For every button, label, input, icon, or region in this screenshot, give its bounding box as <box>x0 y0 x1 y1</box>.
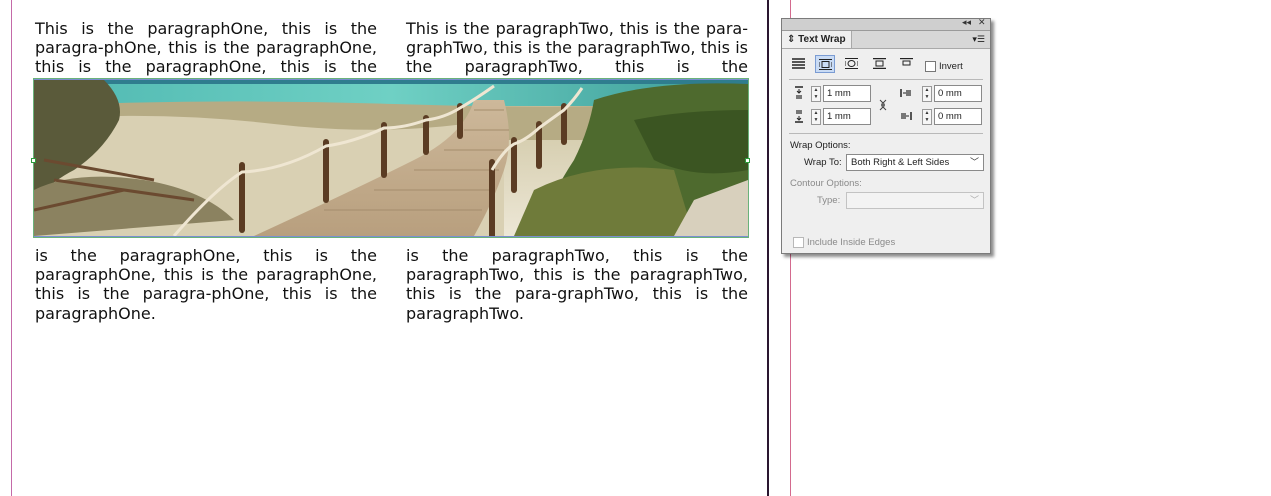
wrap-to-label: Wrap To: <box>804 157 842 168</box>
wrap-options-label: Wrap Options: <box>790 140 851 151</box>
beach-boardwalk-image[interactable] <box>33 79 749 237</box>
jump-object-icon <box>873 58 886 69</box>
beach-boardwalk-graphic <box>34 80 748 236</box>
wrap-object-shape-button[interactable] <box>842 55 862 73</box>
include-inside-edges-checkbox[interactable] <box>793 237 804 248</box>
panel-title-bar[interactable]: ◂◂ ✕ <box>782 17 990 31</box>
text-wrap-panel: ◂◂ ✕ ⇕ Text Wrap ▾☰ Invert ▲ ▼ 1 mm ▲ ▼ 1 … <box>781 17 991 254</box>
page-edge <box>767 0 769 496</box>
no-text-wrap-button[interactable] <box>789 55 809 73</box>
jump-next-column-icon <box>900 58 913 66</box>
right-offset-field[interactable]: 0 mm <box>934 108 982 125</box>
left-offset-stepper[interactable]: ▲ ▼ <box>922 86 932 102</box>
include-inside-edges-label: Include Inside Edges <box>807 237 896 248</box>
frame-handle-mid-right[interactable] <box>745 158 750 163</box>
wrap-object-shape-icon <box>845 58 858 69</box>
left-offset-icon <box>900 89 911 97</box>
contour-type-dropdown[interactable]: ﹀ <box>846 192 984 209</box>
top-offset-stepper[interactable]: ▲ ▼ <box>811 86 821 102</box>
separator <box>789 133 983 134</box>
separator <box>789 79 983 80</box>
wrap-bounding-box-button[interactable] <box>815 55 835 73</box>
jump-to-next-column-button[interactable] <box>897 55 917 73</box>
right-offset-stepper[interactable]: ▲ ▼ <box>922 109 932 125</box>
frame-handle-mid-left[interactable] <box>31 158 36 163</box>
paragraph-one-bottom[interactable]: is the paragraphOne, this is the paragra… <box>35 246 377 323</box>
tab-text-wrap[interactable]: ⇕ Text Wrap <box>782 31 852 48</box>
close-icon[interactable]: ✕ <box>978 17 986 28</box>
type-label: Type: <box>817 195 841 206</box>
make-all-settings-same-icon[interactable] <box>877 98 889 112</box>
contour-options-label: Contour Options: <box>790 178 862 189</box>
top-offset-field[interactable]: 1 mm <box>823 85 871 102</box>
chevron-down-icon: ﹀ <box>969 195 979 205</box>
wrap-to-value: Both Right & Left Sides <box>851 157 950 168</box>
bottom-offset-field[interactable]: 1 mm <box>823 108 871 125</box>
panel-menu-icon[interactable]: ▾☰ <box>972 34 985 45</box>
chevron-down-icon: ﹀ <box>969 157 979 167</box>
invert-checkbox[interactable] <box>925 61 936 72</box>
wrap-to-dropdown[interactable]: Both Right & Left Sides ﹀ <box>846 154 984 171</box>
bottom-offset-stepper[interactable]: ▲ ▼ <box>811 109 821 125</box>
left-margin-guide <box>11 0 12 496</box>
right-offset-icon <box>901 112 912 120</box>
jump-object-button[interactable] <box>870 55 890 73</box>
left-offset-field[interactable]: 0 mm <box>934 85 982 102</box>
paragraph-two-bottom[interactable]: is the paragraphTwo, this is the paragra… <box>406 246 748 323</box>
panel-tab-row: ⇕ Text Wrap ▾☰ <box>782 31 990 49</box>
top-offset-icon <box>795 86 803 99</box>
bottom-offset-icon <box>795 110 803 123</box>
invert-label: Invert <box>939 61 963 72</box>
no-wrap-icon <box>792 58 805 69</box>
collapse-icon[interactable]: ◂◂ <box>962 17 971 28</box>
wrap-bounding-box-icon <box>819 59 832 70</box>
tab-text-wrap-label: Text Wrap <box>798 34 846 45</box>
